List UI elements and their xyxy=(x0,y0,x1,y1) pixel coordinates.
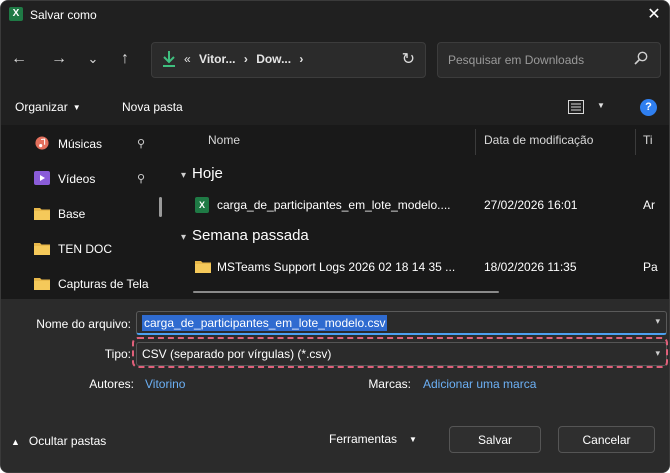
command-bar: Organizar ▼ Nova pasta ▼ ? xyxy=(1,93,669,123)
organize-label: Organizar xyxy=(15,100,68,114)
filename-value[interactable]: carga_de_participantes_em_lote_modelo.cs… xyxy=(142,315,388,331)
horizontal-scrollbar[interactable] xyxy=(193,291,499,293)
chevron-down-icon: ▾ xyxy=(181,170,187,181)
navigation-pane: Músicas ⚲ Vídeos ⚲ Base TEN DOC Capturas… xyxy=(1,125,171,299)
view-options-icon[interactable] xyxy=(568,100,584,114)
group-header-last-week[interactable]: ▾ Semana passada xyxy=(181,227,309,244)
help-icon[interactable]: ? xyxy=(640,99,657,116)
add-tag-link[interactable]: Adicionar uma marca xyxy=(423,377,536,391)
up-arrow-icon[interactable]: ↑ xyxy=(113,47,137,71)
filename-field[interactable]: carga_de_participantes_em_lote_modelo.cs… xyxy=(136,311,667,335)
music-icon xyxy=(35,136,49,150)
new-folder-button[interactable]: Nova pasta xyxy=(122,100,183,114)
pin-icon[interactable]: ⚲ xyxy=(137,137,145,150)
caret-down-icon: ▼ xyxy=(409,435,417,445)
file-date: 27/02/2026 16:01 xyxy=(484,198,578,212)
save-button[interactable]: Salvar xyxy=(449,426,541,453)
tools-menu-button[interactable]: Ferramentas ▼ xyxy=(329,432,417,446)
title-bar: X Salvar como ✕ xyxy=(1,1,669,31)
search-icon xyxy=(634,51,648,65)
file-list: Nome Data de modificação Ti ▾ Hoje X carg… xyxy=(173,125,669,299)
pin-icon[interactable]: ⚲ xyxy=(137,172,145,185)
file-row[interactable]: MSTeams Support Logs 2026 02 18 14 35 ..… xyxy=(173,256,659,278)
breadcrumb-item-user[interactable]: Vitor... xyxy=(199,52,235,66)
excel-icon: X xyxy=(9,7,23,21)
sidebar-item-ten-doc[interactable]: TEN DOC xyxy=(34,239,164,263)
file-type-select[interactable]: CSV (separado por vírgulas) (*.csv) ▾ xyxy=(136,342,667,366)
sidebar-item-label: Músicas xyxy=(58,137,103,151)
group-label: Semana passada xyxy=(192,227,309,244)
file-name: carga_de_participantes_em_lote_modelo...… xyxy=(217,198,451,212)
sidebar-item-videos[interactable]: Vídeos ⚲ xyxy=(34,169,164,193)
organize-menu-button[interactable]: Organizar ▼ xyxy=(15,100,81,114)
column-header-type[interactable]: Ti xyxy=(643,133,653,147)
breadcrumb-overflow[interactable]: « xyxy=(184,52,191,66)
sidebar-item-label: Base xyxy=(58,207,86,221)
authors-label: Autores: xyxy=(89,377,134,391)
folder-icon xyxy=(34,278,50,290)
forward-arrow-icon[interactable]: → xyxy=(47,47,71,71)
sidebar-scrollbar[interactable] xyxy=(159,197,162,217)
view-caret-down-icon[interactable]: ▼ xyxy=(597,101,605,110)
refresh-icon[interactable]: ↻ xyxy=(402,49,415,69)
hide-folders-toggle[interactable]: ▲ Ocultar pastas xyxy=(11,434,106,448)
tags-label: Marcas: xyxy=(368,377,411,391)
cancel-button[interactable]: Cancelar xyxy=(558,426,655,453)
sidebar-item-label: TEN DOC xyxy=(58,242,112,256)
tools-label: Ferramentas xyxy=(329,432,398,446)
window-title: Salvar como xyxy=(30,8,97,22)
save-form: Nome do arquivo: carga_de_participantes_… xyxy=(1,299,669,472)
group-label: Hoje xyxy=(192,165,223,182)
chevron-down-icon[interactable]: ▾ xyxy=(655,348,660,359)
caret-down-icon: ▼ xyxy=(72,103,81,113)
breadcrumb-separator-icon[interactable]: › xyxy=(244,52,248,66)
browser-area: Músicas ⚲ Vídeos ⚲ Base TEN DOC Capturas… xyxy=(1,125,669,299)
folder-icon xyxy=(195,261,211,273)
file-type: Ar xyxy=(643,198,655,212)
folder-icon xyxy=(34,208,50,220)
breadcrumb-item-downloads[interactable]: Dow... xyxy=(256,52,291,66)
file-type-value: CSV (separado por vírgulas) (*.csv) xyxy=(142,347,332,361)
sidebar-item-label: Capturas de Tela xyxy=(58,277,149,291)
navigation-bar: ← → ⌄ ↑ « Vitor... › Dow... › ↻ xyxy=(1,39,669,83)
video-icon xyxy=(34,171,50,185)
hide-folders-label: Ocultar pastas xyxy=(28,434,107,448)
search-box[interactable] xyxy=(437,42,661,78)
sidebar-item-label: Vídeos xyxy=(58,172,96,186)
sidebar-item-capturas-de-tela[interactable]: Capturas de Tela xyxy=(34,274,164,298)
group-header-today[interactable]: ▾ Hoje xyxy=(181,165,223,182)
file-name: MSTeams Support Logs 2026 02 18 14 35 ..… xyxy=(217,260,456,274)
file-date: 18/02/2026 11:35 xyxy=(484,260,577,274)
sidebar-item-musicas[interactable]: Músicas ⚲ xyxy=(34,134,164,158)
chevron-up-icon: ▲ xyxy=(11,437,20,447)
breadcrumb-separator-icon[interactable]: › xyxy=(299,52,303,66)
authors-value[interactable]: Vitorino xyxy=(145,377,185,391)
breadcrumb: « Vitor... › Dow... › xyxy=(184,52,308,66)
file-type-label: Tipo: xyxy=(104,347,131,361)
excel-csv-icon: X xyxy=(195,197,209,213)
column-header-date-modified[interactable]: Data de modificação xyxy=(484,133,593,147)
column-divider[interactable] xyxy=(635,129,636,155)
recent-locations-chevron-icon[interactable]: ⌄ xyxy=(81,47,105,71)
download-icon xyxy=(163,51,175,67)
search-input[interactable] xyxy=(446,49,630,71)
save-as-dialog: X Salvar como ✕ ← → ⌄ ↑ « Vitor... › Dow… xyxy=(0,0,670,473)
folder-icon xyxy=(34,243,50,255)
file-type: Pa xyxy=(643,260,658,274)
file-row[interactable]: X carga_de_participantes_em_lote_modelo.… xyxy=(173,194,659,216)
filename-label: Nome do arquivo: xyxy=(36,317,131,331)
chevron-down-icon[interactable]: ▾ xyxy=(655,316,660,327)
back-arrow-icon[interactable]: ← xyxy=(7,47,31,71)
column-divider[interactable] xyxy=(475,129,476,155)
close-icon[interactable]: ✕ xyxy=(641,2,667,28)
chevron-down-icon: ▾ xyxy=(181,232,187,243)
address-bar[interactable]: « Vitor... › Dow... › ↻ xyxy=(151,42,426,78)
sidebar-item-base[interactable]: Base xyxy=(34,204,164,228)
column-header-name[interactable]: Nome xyxy=(208,133,240,147)
